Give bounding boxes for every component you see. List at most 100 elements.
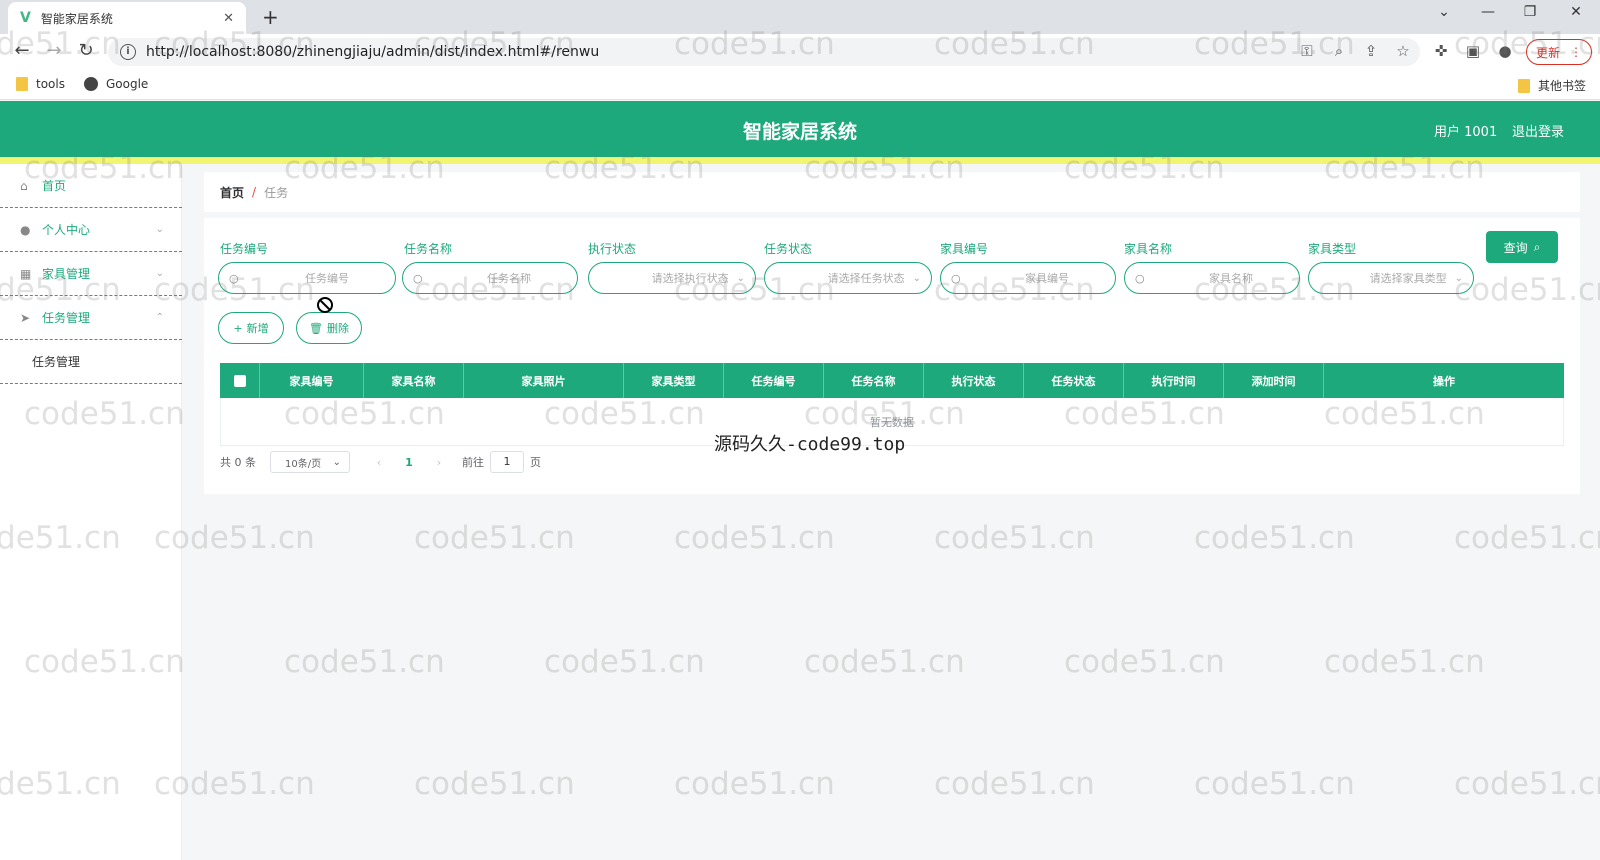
folder-icon [1518, 78, 1530, 93]
furniture-type-select[interactable]: 请选择家具类型 ⌄ [1308, 262, 1474, 294]
watermark-text: code51.cn [544, 644, 705, 680]
search-icon: ○ [229, 271, 239, 285]
bookmark-label: tools [36, 77, 65, 91]
side-panel-icon[interactable]: ▣ [1462, 42, 1484, 60]
browser-tab-bar: V 智能家居系统 ✕ + ⌄ — ❐ ✕ [0, 0, 1600, 34]
select-all-checkbox[interactable] [233, 374, 246, 387]
next-page-icon[interactable]: › [424, 456, 454, 469]
sidebar-subitem-task-management[interactable]: 任务管理 [0, 340, 182, 384]
forward-icon[interactable]: → [42, 40, 66, 61]
watermark-text: code51.cn [284, 644, 445, 680]
task-no-input[interactable]: ○ 任务编号 [218, 262, 396, 294]
query-button[interactable]: 查询 ⌕ [1486, 231, 1558, 263]
key-icon[interactable]: ⚿ [1296, 42, 1318, 60]
watermark-text: code51.cn [1064, 644, 1225, 680]
tab-title: 智能家居系统 [40, 11, 113, 26]
chevron-down-icon: ⌄ [332, 456, 341, 468]
bookmark-google[interactable]: Google [84, 77, 148, 91]
exec-status-select[interactable]: 请选择执行状态 ⌄ [588, 262, 756, 294]
search-icon: ○ [1135, 271, 1145, 285]
task-status-select[interactable]: 请选择任务状态 ⌄ [764, 262, 932, 294]
more-menu-icon: ⋮ [1570, 45, 1582, 59]
delete-button[interactable]: 🗑 删除 [296, 312, 362, 344]
furniture-no-input[interactable]: ○ 家具编号 [940, 262, 1116, 294]
bookmark-star-icon[interactable]: ☆ [1392, 42, 1414, 60]
sidebar-item-home[interactable]: ⌂ 首页 [0, 164, 182, 208]
watermark-text: code51.cn [934, 520, 1095, 556]
grid-icon: ▦ [20, 266, 32, 281]
not-allowed-cursor-icon [317, 297, 333, 313]
watermark-text: code51.cn [1324, 644, 1485, 680]
page-number[interactable]: 1 [394, 456, 424, 469]
vue-logo-icon: V [20, 10, 31, 26]
browser-tab[interactable]: V 智能家居系统 ✕ [8, 2, 246, 34]
column-header: 任务状态 [1024, 363, 1124, 398]
breadcrumb-home[interactable]: 首页 [220, 184, 244, 201]
page-suffix: 页 [530, 456, 541, 469]
watermark-text: code51.cn [674, 766, 835, 802]
zoom-icon[interactable]: ⌕ [1328, 42, 1350, 60]
home-icon: ⌂ [20, 178, 28, 193]
select-all-cell [220, 363, 260, 398]
delete-label: 删除 [326, 322, 349, 335]
watermark-text: code51.cn [934, 766, 1095, 802]
furniture-name-input[interactable]: ○ 家具名称 [1124, 262, 1300, 294]
search-icon: ⌕ [1533, 239, 1541, 254]
sidebar-item-label: 任务管理 [42, 311, 91, 325]
watermark-text: code51.cn [804, 644, 965, 680]
page-size-select[interactable]: 10条/页 ⌄ [270, 451, 350, 473]
add-label: 新增 [246, 322, 269, 335]
page-size-value: 10条/页 [285, 458, 322, 470]
globe-icon [84, 77, 98, 91]
filter-label-furniture-name: 家具名称 [1124, 242, 1173, 256]
chevron-down-icon: ⌄ [912, 272, 921, 284]
update-button[interactable]: 更新 ⋮ [1526, 39, 1592, 65]
close-window-icon[interactable]: ✕ [1562, 4, 1590, 20]
sidebar-item-label: 个人中心 [42, 223, 91, 237]
breadcrumb-separator: / [252, 185, 257, 199]
plus-icon: + [233, 321, 243, 335]
filter-label-task-status: 任务状态 [764, 242, 813, 256]
restore-icon[interactable]: ❐ [1516, 4, 1544, 20]
task-name-input[interactable]: ○ 任务名称 [402, 262, 578, 294]
goto-page-input[interactable]: 1 [490, 451, 524, 473]
sidebar-item-profile[interactable]: ● 个人中心 ⌄ [0, 208, 182, 252]
close-tab-icon[interactable]: ✕ [223, 11, 234, 26]
watermark-text: code51.cn [674, 520, 835, 556]
breadcrumb: 首页 / 任务 [204, 172, 1580, 212]
reload-icon[interactable]: ↻ [74, 40, 98, 61]
filter-label-furniture-no: 家具编号 [940, 242, 989, 256]
profile-icon[interactable]: ● [1494, 42, 1516, 60]
extensions-icon[interactable]: ✜ [1430, 42, 1452, 60]
folder-icon [16, 77, 28, 91]
tab-search-icon[interactable]: ⌄ [1430, 4, 1458, 20]
column-header: 家具类型 [624, 363, 724, 398]
column-header: 任务名称 [824, 363, 924, 398]
chevron-down-icon: ⌄ [1454, 272, 1463, 284]
other-bookmarks[interactable]: 其他书签 [1518, 77, 1586, 94]
share-icon[interactable]: ⇪ [1360, 42, 1382, 60]
other-bookmarks-label: 其他书签 [1538, 79, 1587, 93]
watermark-text: code51.cn [414, 520, 575, 556]
site-info-icon[interactable]: i [120, 44, 136, 60]
watermark-text: code51.cn [1194, 520, 1355, 556]
prev-page-icon[interactable]: ‹ [364, 456, 394, 469]
sidebar-item-furniture[interactable]: ▦ 家具管理 ⌄ [0, 252, 182, 296]
column-header: 执行状态 [924, 363, 1024, 398]
add-button[interactable]: + 新增 [218, 312, 284, 344]
site-watermark: 源码久久-code99.top [714, 434, 906, 455]
column-header: 家具编号 [260, 363, 364, 398]
back-icon[interactable]: ← [10, 40, 34, 61]
select-placeholder: 请选择家具类型 [1369, 272, 1447, 285]
column-header: 执行时间 [1124, 363, 1224, 398]
input-placeholder: 任务编号 [305, 272, 349, 285]
logout-link[interactable]: 退出登录 [1512, 121, 1564, 140]
minimize-icon[interactable]: — [1474, 4, 1502, 20]
sidebar-item-tasks[interactable]: ➤ 任务管理 ⌃ [0, 296, 182, 340]
sidebar-item-label: 家具管理 [42, 267, 91, 281]
url-bar[interactable]: i http://localhost:8080/zhinengjiaju/adm… [108, 38, 1420, 66]
column-header: 家具名称 [364, 363, 464, 398]
send-icon: ➤ [20, 310, 31, 325]
new-tab-icon[interactable]: + [262, 5, 279, 29]
bookmark-tools[interactable]: tools [16, 77, 65, 91]
